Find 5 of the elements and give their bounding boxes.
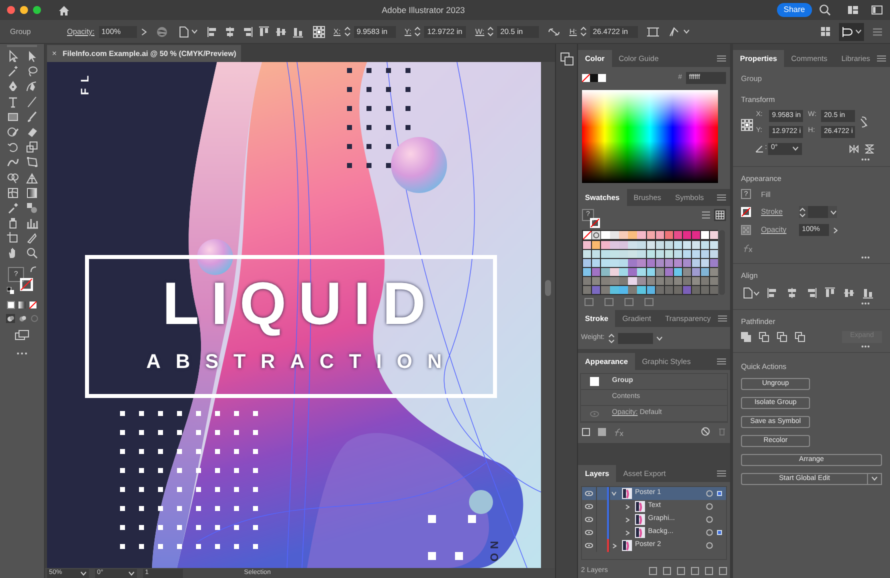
- side-text: NO: [486, 540, 500, 566]
- window-title: Adobe Illustrator 2023: [382, 4, 465, 16]
- side-text: FL: [78, 69, 93, 95]
- close-tab-button[interactable]: ×: [52, 48, 57, 60]
- share-button[interactable]: Share: [776, 3, 812, 17]
